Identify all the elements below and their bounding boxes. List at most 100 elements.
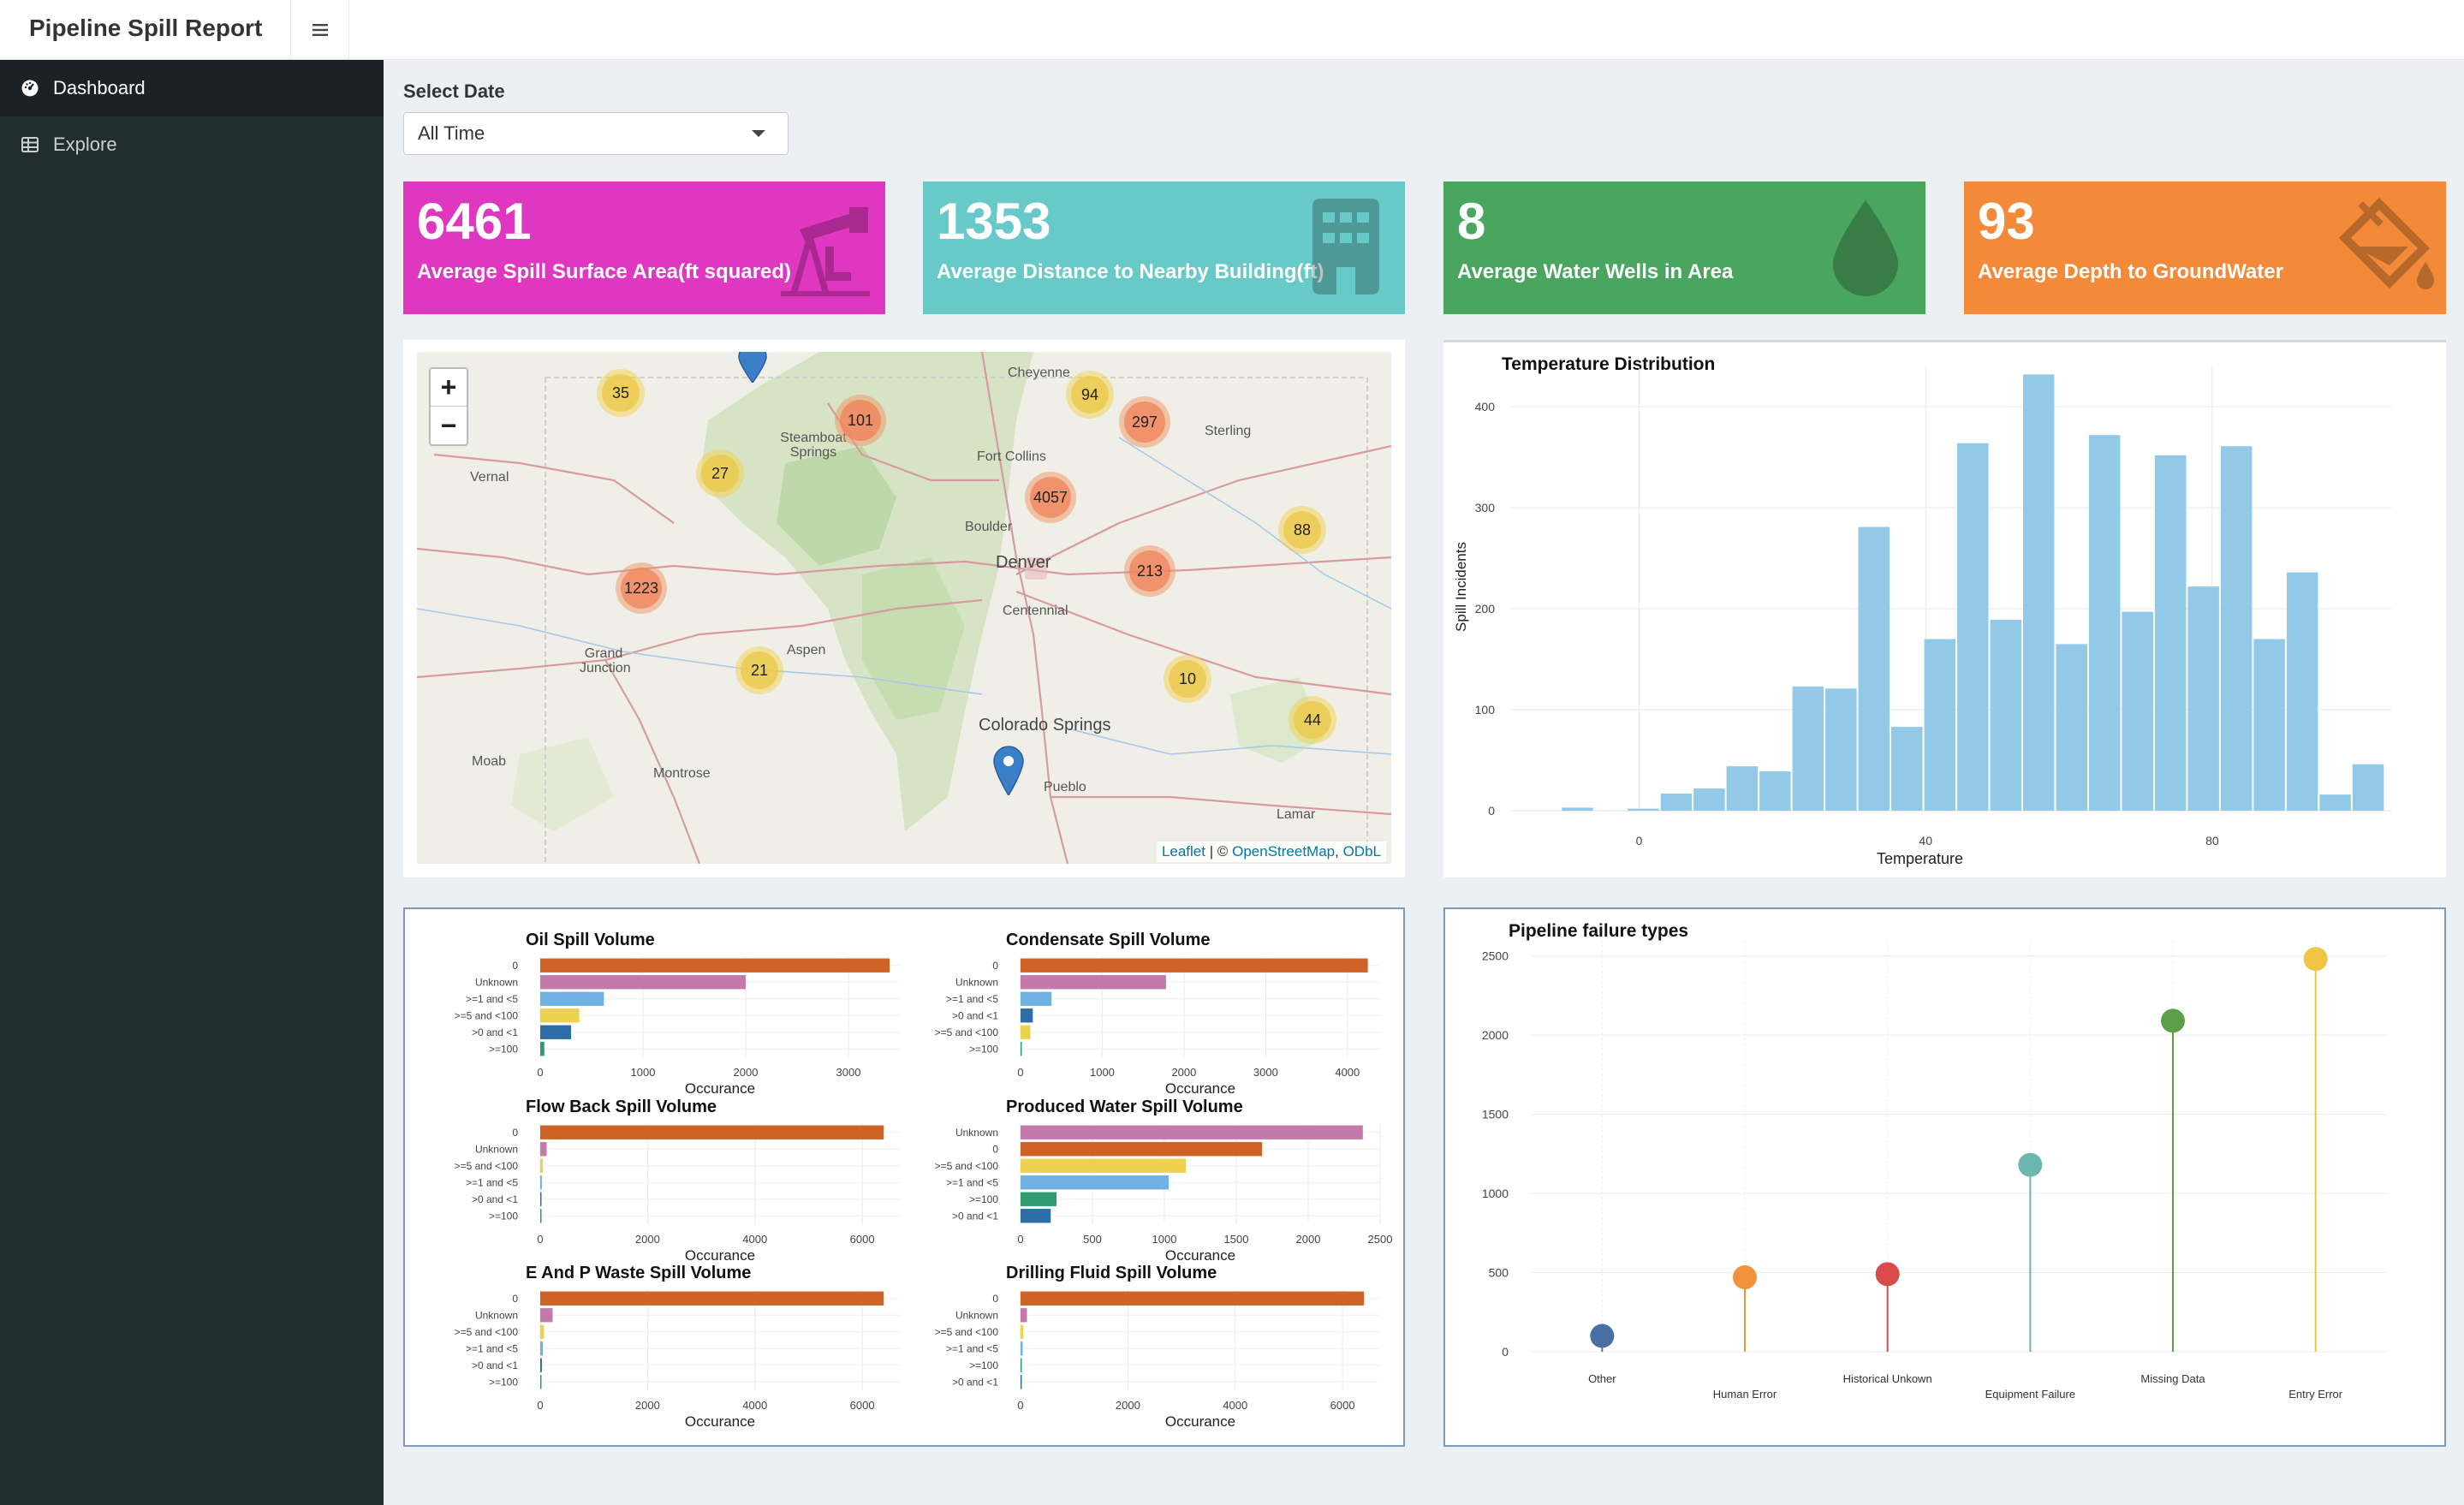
- y-tick-label: 0: [992, 960, 998, 972]
- building-icon: [1312, 199, 1379, 294]
- map-zoom-control: + −: [429, 367, 468, 446]
- volume-bar: [1021, 1192, 1056, 1206]
- x-tick-label: 1000: [631, 1066, 656, 1079]
- sidebar-toggle-button[interactable]: [291, 0, 349, 60]
- volume-bar: [1021, 1358, 1022, 1372]
- y-tick-label: >=1 and <5: [946, 1176, 998, 1188]
- map-attribution: Leaflet | © OpenStreetMap, ODbL: [1156, 842, 1386, 862]
- lollipop-dot: [1733, 1265, 1757, 1290]
- volume-bar: [540, 1142, 547, 1157]
- marker-cluster[interactable]: 10: [1164, 655, 1211, 703]
- volume-bar: [1021, 1008, 1033, 1023]
- volume-bar: [540, 1209, 542, 1223]
- map-pin-icon[interactable]: [737, 352, 768, 383]
- marker-cluster[interactable]: 94: [1066, 371, 1114, 419]
- histogram-bar: [1825, 688, 1857, 811]
- x-tick-label: 0: [537, 1233, 543, 1246]
- volume-bar: [1021, 975, 1166, 990]
- value-box-water-wells: 8 Average Water Wells in Area: [1443, 181, 1925, 314]
- odbl-link[interactable]: ODbL: [1343, 843, 1381, 860]
- y-tick-label: Unknown: [955, 1309, 998, 1321]
- histogram-bar: [2022, 374, 2055, 811]
- sidebar: Dashboard Explore: [0, 60, 384, 1505]
- zoom-in-button[interactable]: +: [431, 369, 467, 407]
- temperature-panel: Temperature Distribution 0 100 200 300 400 0 40…: [1443, 340, 2446, 877]
- histogram-bar: [1924, 639, 1956, 811]
- marker-cluster[interactable]: 27: [696, 449, 744, 497]
- y-tick-label: 500: [1489, 1266, 1509, 1280]
- histogram-bar: [2187, 586, 2219, 811]
- cluster-count: 21: [741, 651, 778, 689]
- spill-map[interactable]: + − Cheyenne Steamboat Springs Fort Coll…: [417, 352, 1391, 864]
- x-tick-label: 2000: [635, 1399, 660, 1412]
- y-tick-label: >0 and <1: [952, 1210, 998, 1222]
- cluster-count: 101: [840, 400, 881, 441]
- y-tick-label: 1000: [1482, 1187, 1509, 1200]
- marker-cluster[interactable]: 21: [735, 646, 783, 694]
- sidebar-item-explore[interactable]: Explore: [0, 116, 384, 173]
- water-drop-icon: [1833, 200, 1898, 296]
- y-tick-label: Unknown: [955, 976, 998, 988]
- city-label: Vernal: [470, 470, 509, 485]
- attribution-separator: | ©: [1205, 843, 1233, 860]
- sidebar-item-dashboard[interactable]: Dashboard: [0, 60, 384, 116]
- volume-bar: [1021, 1025, 1031, 1039]
- marker-cluster[interactable]: 297: [1119, 396, 1170, 448]
- x-tick-label: 0: [537, 1066, 543, 1079]
- x-axis-label: Occurance: [685, 1247, 755, 1264]
- x-tick-label: 4000: [1223, 1399, 1247, 1412]
- histogram-bar: [1792, 686, 1824, 811]
- volume-bar: [540, 1192, 542, 1206]
- volume-bar: [1021, 1175, 1170, 1190]
- volume-bar: [1021, 1142, 1263, 1157]
- histogram-bar: [2253, 639, 2285, 811]
- x-tick-label: 1000: [1090, 1066, 1115, 1079]
- marker-cluster[interactable]: 1223: [616, 562, 667, 614]
- marker-cluster[interactable]: 101: [835, 395, 886, 446]
- y-tick-label: >=5 and <100: [455, 1009, 519, 1021]
- map-pin-icon[interactable]: [992, 746, 1025, 795]
- city-label: Denver: [996, 553, 1051, 572]
- table-icon: [21, 135, 39, 154]
- y-tick-label: 0: [512, 960, 518, 972]
- histogram-bar: [2088, 435, 2121, 811]
- openstreetmap-link[interactable]: OpenStreetMap: [1232, 843, 1335, 860]
- lollipop-dot: [2303, 947, 2328, 972]
- volume-bar: [540, 975, 746, 990]
- cluster-count: 4057: [1030, 477, 1071, 518]
- marker-cluster[interactable]: 213: [1124, 545, 1175, 597]
- marker-cluster[interactable]: 4057: [1025, 472, 1076, 523]
- y-tick-label: 2000: [1482, 1028, 1509, 1042]
- y-tick-label: >=100: [969, 1043, 998, 1055]
- x-tick-label: 4000: [742, 1399, 767, 1412]
- x-tick-label: 2000: [1116, 1399, 1140, 1412]
- value-box-number: 8: [1457, 193, 1486, 250]
- histogram-bar: [1957, 443, 1989, 811]
- x-tick-label: 0: [1017, 1233, 1023, 1246]
- marker-cluster[interactable]: 35: [597, 369, 645, 417]
- date-select[interactable]: All Time: [403, 112, 789, 155]
- y-tick-label: 0: [992, 1143, 998, 1155]
- y-tick-label: 200: [1475, 602, 1496, 616]
- y-tick-label: 0: [992, 1293, 998, 1305]
- city-label: Cheyenne: [1008, 366, 1070, 380]
- marker-cluster[interactable]: 44: [1289, 696, 1336, 744]
- value-box-label: Average Water Wells in Area: [1457, 260, 1734, 283]
- marker-cluster[interactable]: 88: [1278, 506, 1326, 554]
- histogram-bar: [1726, 766, 1759, 811]
- y-tick-label: 0: [1502, 1345, 1509, 1359]
- volume-bar: [1021, 1341, 1023, 1356]
- y-tick-label: >0 and <1: [952, 1009, 998, 1021]
- histogram-bar: [1759, 770, 1791, 811]
- value-box-number: 6461: [417, 193, 532, 250]
- y-tick-label: >=5 and <100: [935, 1026, 999, 1038]
- cluster-count: 1223: [621, 568, 662, 609]
- x-tick-label: Equipment Failure: [1985, 1388, 2076, 1401]
- dashboard-icon: [21, 79, 39, 98]
- volume-bar: [540, 1291, 884, 1306]
- leaflet-link[interactable]: Leaflet: [1162, 843, 1205, 860]
- zoom-out-button[interactable]: −: [431, 407, 467, 444]
- x-tick-label: 80: [2205, 834, 2219, 848]
- x-tick-label: Other: [1588, 1372, 1616, 1385]
- x-tick-label: 500: [1083, 1233, 1102, 1246]
